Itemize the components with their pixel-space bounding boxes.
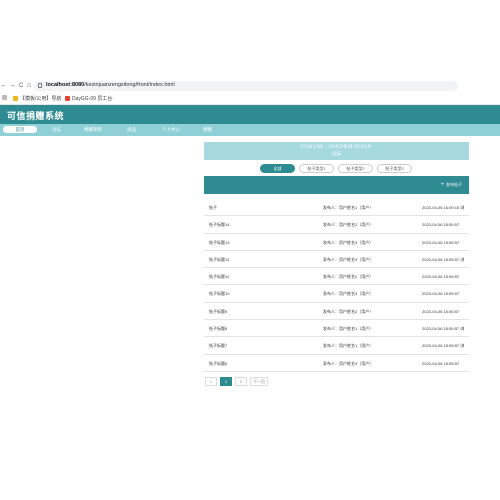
post-author: 发布人：用户姓名3（用户）: [323, 360, 374, 366]
nav-item-forum[interactable]: 论坛: [52, 126, 61, 134]
post-time: 2023-04-06 15:55:57 浏: [422, 326, 465, 332]
post-author: 发布人：用户姓名2（用户）: [323, 308, 374, 314]
list-item[interactable]: 帖子标题14 发布人：用户姓名2（用户） 2023-04-06 15:55:57: [204, 216, 469, 234]
address-bar[interactable]: localhost:8080/kexinjuanzengxitong/front…: [34, 81, 458, 91]
post-title[interactable]: 帖子标题13: [209, 240, 229, 246]
post-time: 2023-04-06 15:55:57: [422, 274, 460, 280]
post-author: 发布人：用户姓名1（用户）: [323, 343, 374, 349]
post-time: 2023-04-06 15:55:57: [422, 239, 460, 245]
post-time: 2023-04-06 15:55:57: [422, 308, 460, 314]
post-author: 发布人：用户姓名2（用户）: [323, 222, 374, 228]
post-title[interactable]: 帖子标题8: [209, 326, 227, 332]
back-button[interactable]: ←: [0, 82, 7, 90]
list-item[interactable]: 帖子标题12 发布人：用户姓名3（用户） 2023-04-06 15:55:57 浏: [204, 251, 469, 269]
prev-page-button[interactable]: <: [205, 377, 217, 386]
post-title[interactable]: 帖子标题9: [209, 309, 227, 315]
site-icon: [65, 96, 70, 101]
bookmark-grid-icon[interactable]: [2, 95, 7, 100]
post-title[interactable]: 帖子标题10: [209, 291, 229, 297]
main-nav: 首页 论坛 捐赠项目 商品 个人中心 捐赠: [0, 124, 500, 136]
post-time: 2023-04-06 15:55:57 浏: [422, 343, 465, 349]
bookmarks-bar: 【模板/公用】导航 DayGG·09 员工台·: [0, 93, 500, 105]
next-page-button[interactable]: 下一页: [250, 377, 268, 386]
folder-icon: [13, 96, 18, 101]
list-item[interactable]: 帖子标题6 发布人：用户姓名3（用户） 2023-04-06 15:55:57: [204, 355, 469, 372]
post-author: 发布人：用户姓名2（用户）: [323, 274, 374, 280]
nav-item-donate[interactable]: 捐赠: [203, 126, 212, 134]
nav-item-projects[interactable]: 捐赠项目: [84, 126, 102, 134]
tab-type-3[interactable]: 帖子类型3: [377, 164, 412, 173]
post-author: 发布人：用户姓名3（用户）: [323, 256, 374, 262]
post-time: 2023-04-06 15:55:57: [422, 291, 460, 297]
nav-item-profile[interactable]: 个人中心: [162, 126, 180, 134]
post-title[interactable]: 帖子标题6: [209, 361, 227, 367]
post-author: 发布人：用户姓名3（用户）: [323, 291, 374, 297]
nav-item-home[interactable]: 首页: [3, 126, 37, 133]
tab-all[interactable]: 全部: [260, 164, 295, 173]
banner-title-en: FORUM / INFORMATION: [300, 144, 373, 150]
plus-icon: +: [440, 181, 444, 188]
nav-item-goods[interactable]: 商品: [127, 126, 136, 134]
home-button[interactable]: ⌂: [27, 82, 31, 90]
post-title[interactable]: 帖子标题11: [209, 274, 229, 280]
banner-title-cn: 论坛: [332, 151, 341, 156]
post-toolbar: + 发布帖子: [204, 176, 469, 194]
tab-type-1[interactable]: 帖子类型1: [299, 164, 334, 173]
tab-type-2[interactable]: 帖子类型2: [338, 164, 373, 173]
list-item[interactable]: 帖子标题11 发布人：用户姓名2（用户） 2023-04-06 15:55:57: [204, 268, 469, 286]
list-item[interactable]: 帖子标题7 发布人：用户姓名1（用户） 2023-04-06 15:55:57 浏: [204, 337, 469, 355]
apps-icon: [2, 95, 7, 100]
page-button-current[interactable]: 1: [220, 377, 232, 386]
bookmark-label: DayGG·09 员工台·: [72, 96, 114, 102]
new-post-label: 发布帖子: [446, 182, 462, 187]
new-post-button[interactable]: + 发布帖子: [440, 182, 462, 188]
post-title[interactable]: 帖子标题12: [209, 257, 229, 263]
forum-banner: FORUM / INFORMATION 论坛: [204, 142, 469, 160]
forward-button[interactable]: →: [9, 82, 16, 90]
post-time: 2023-04-06 15:55:57 浏: [422, 256, 465, 262]
post-title[interactable]: 帖子标题7: [209, 343, 227, 349]
post-author: 发布人：用户姓名1（用户）: [323, 205, 374, 210]
list-item[interactable]: 帖子标题10 发布人：用户姓名3（用户） 2023-04-06 15:55:57: [204, 285, 469, 303]
reload-button[interactable]: C: [19, 82, 23, 90]
bookmark-item[interactable]: 【模板/公用】导航: [13, 95, 61, 102]
post-time: 2023-04-06 15:55:57: [422, 360, 460, 366]
post-author: 发布人：用户姓名1（用户）: [323, 326, 374, 332]
post-time: 2023-04-06 15:55:57: [422, 222, 460, 228]
bookmark-item[interactable]: DayGG·09 员工台·: [65, 95, 114, 102]
list-item[interactable]: 帖子标题13 发布人：用户姓名3（用户） 2023-04-06 15:55:57: [204, 234, 469, 251]
lock-icon: [38, 83, 42, 88]
pagination: < 1 2 下一页: [205, 377, 268, 386]
post-list: 帖子 发布人：用户姓名1（用户） 2023-04-06 16:09:15 浏 帖子标…: [204, 199, 469, 372]
url-text: localhost:8080/kexinjuanzengxitong/front…: [46, 82, 175, 88]
url-host: localhost:8080: [46, 82, 85, 88]
list-item[interactable]: 帖子标题8 发布人：用户姓名1（用户） 2023-04-06 15:55:57 浏: [204, 320, 469, 338]
page-button[interactable]: 2: [235, 377, 247, 386]
bookmark-label: 【模板/公用】导航: [20, 96, 62, 102]
url-path: /kexinjuanzengxitong/front/index.html: [84, 82, 175, 88]
post-title[interactable]: 帖子标题14: [209, 222, 229, 228]
post-title[interactable]: 帖子: [209, 205, 217, 211]
list-item[interactable]: 帖子 发布人：用户姓名1（用户） 2023-04-06 16:09:15 浏: [204, 199, 469, 217]
list-item[interactable]: 帖子标题9 发布人：用户姓名2（用户） 2023-04-06 15:55:57: [204, 303, 469, 321]
app-title: 可信捐赠系统: [7, 111, 65, 121]
post-time: 2023-04-06 16:09:15 浏: [422, 205, 465, 210]
post-author: 发布人：用户姓名3（用户）: [323, 239, 374, 245]
app-header: 可信捐赠系统: [0, 105, 500, 124]
